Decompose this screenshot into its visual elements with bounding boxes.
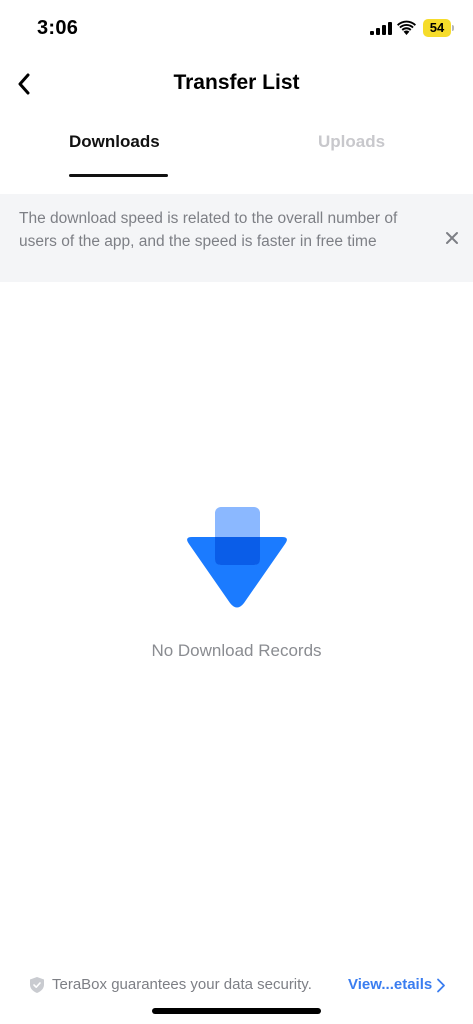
- tab-downloads[interactable]: Downloads: [69, 132, 160, 152]
- shield-icon: [30, 977, 44, 993]
- battery-tip: [452, 25, 454, 31]
- download-arrow-icon: [187, 507, 287, 608]
- speed-notice-banner: The download speed is related to the ove…: [0, 194, 473, 282]
- battery-icon: 54: [423, 19, 451, 37]
- view-details-link[interactable]: View...etails: [348, 976, 432, 993]
- security-text: TeraBox guarantees your data security.: [52, 976, 312, 993]
- page-title: Transfer List: [173, 71, 300, 94]
- home-indicator[interactable]: [152, 1008, 321, 1014]
- close-icon[interactable]: [444, 230, 460, 246]
- status-bar: 3:06 54: [0, 0, 473, 56]
- tab-uploads[interactable]: Uploads: [318, 132, 385, 152]
- status-time: 3:06: [37, 17, 79, 39]
- nav-bar: Transfer List: [0, 60, 473, 108]
- signal-icon: [370, 22, 392, 35]
- wifi-icon: [397, 20, 416, 35]
- empty-state-message: No Download Records: [151, 641, 322, 660]
- security-footer: TeraBox guarantees your data security. V…: [0, 974, 473, 996]
- notice-text: The download speed is related to the ove…: [19, 210, 398, 250]
- active-tab-indicator: [69, 174, 168, 177]
- chevron-right-icon[interactable]: [436, 978, 446, 993]
